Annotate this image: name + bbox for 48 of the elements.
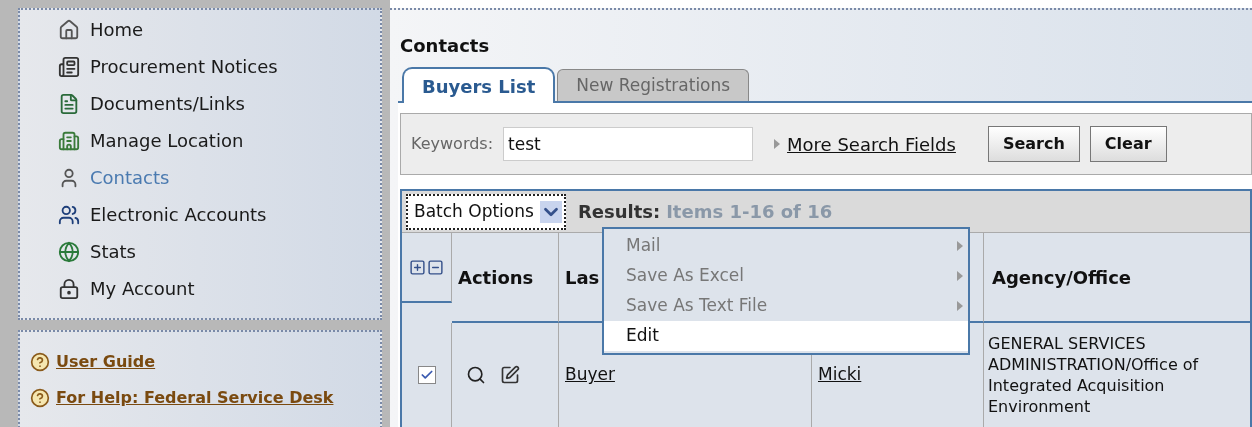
nav-link[interactable]: Contacts — [90, 164, 170, 191]
search-button[interactable]: Clear — [1089, 126, 1167, 162]
lock-icon — [58, 277, 80, 300]
globe-icon — [58, 240, 80, 263]
nav-link[interactable]: My Account — [90, 275, 195, 302]
first-name-link[interactable]: Micki — [818, 362, 862, 388]
batch-options-dropdown[interactable]: Batch Options — [406, 193, 566, 230]
tab[interactable]: Buyers List — [402, 67, 556, 103]
chevron-icon — [539, 200, 562, 223]
tab[interactable]: New Registrations — [557, 69, 750, 101]
help-icon — [30, 352, 50, 372]
document-icon — [58, 55, 80, 78]
menu-item[interactable]: Edit — [604, 321, 968, 351]
nav-link[interactable]: Documents/Links — [90, 90, 245, 117]
last-name-link[interactable]: Buyer — [565, 362, 615, 388]
building-icon — [58, 129, 80, 152]
column-header: Actions — [458, 265, 534, 290]
page-title: Contacts — [399, 34, 491, 58]
help-link[interactable]: User Guide — [56, 350, 156, 374]
keywords-label: Keywords: — [411, 133, 494, 155]
help-link[interactable]: For Help: Federal Service Desk — [56, 386, 334, 410]
triangle-icon — [956, 300, 964, 312]
nav-link[interactable]: Home — [90, 16, 144, 43]
triangle-icon — [773, 138, 782, 150]
agency-text: GENERAL SERVICES ADMINISTRATION/Office of Integrated Acquisition Environment — [988, 333, 1200, 417]
house-icon — [58, 18, 80, 41]
view-icon[interactable] — [466, 365, 486, 385]
column-header: Las — [565, 265, 600, 290]
column-header: Agency/Office — [992, 265, 1132, 290]
nav-link[interactable]: Procurement Notices — [90, 53, 278, 80]
expand-all-icon[interactable] — [409, 258, 426, 276]
help-icon — [30, 388, 50, 408]
triangle-icon — [956, 240, 964, 252]
nav-link[interactable]: Stats — [90, 238, 136, 265]
check-icon — [419, 368, 434, 382]
edit-icon[interactable] — [500, 365, 520, 385]
people-icon — [58, 203, 80, 226]
document-icon — [58, 92, 80, 115]
nav-link[interactable]: Manage Location — [90, 127, 244, 154]
nav-link[interactable]: Electronic Accounts — [90, 201, 267, 228]
search-button[interactable]: Search — [987, 126, 1080, 162]
row-checkbox[interactable] — [417, 366, 436, 384]
triangle-icon — [956, 270, 964, 282]
keywords-field[interactable]: test — [503, 127, 754, 161]
more-search-link[interactable]: More Search Fields — [787, 130, 956, 158]
results-count: Items 1-16 of 16 — [666, 200, 833, 224]
collapse-all-icon[interactable] — [427, 258, 444, 276]
results-label: Results: — [577, 200, 661, 224]
